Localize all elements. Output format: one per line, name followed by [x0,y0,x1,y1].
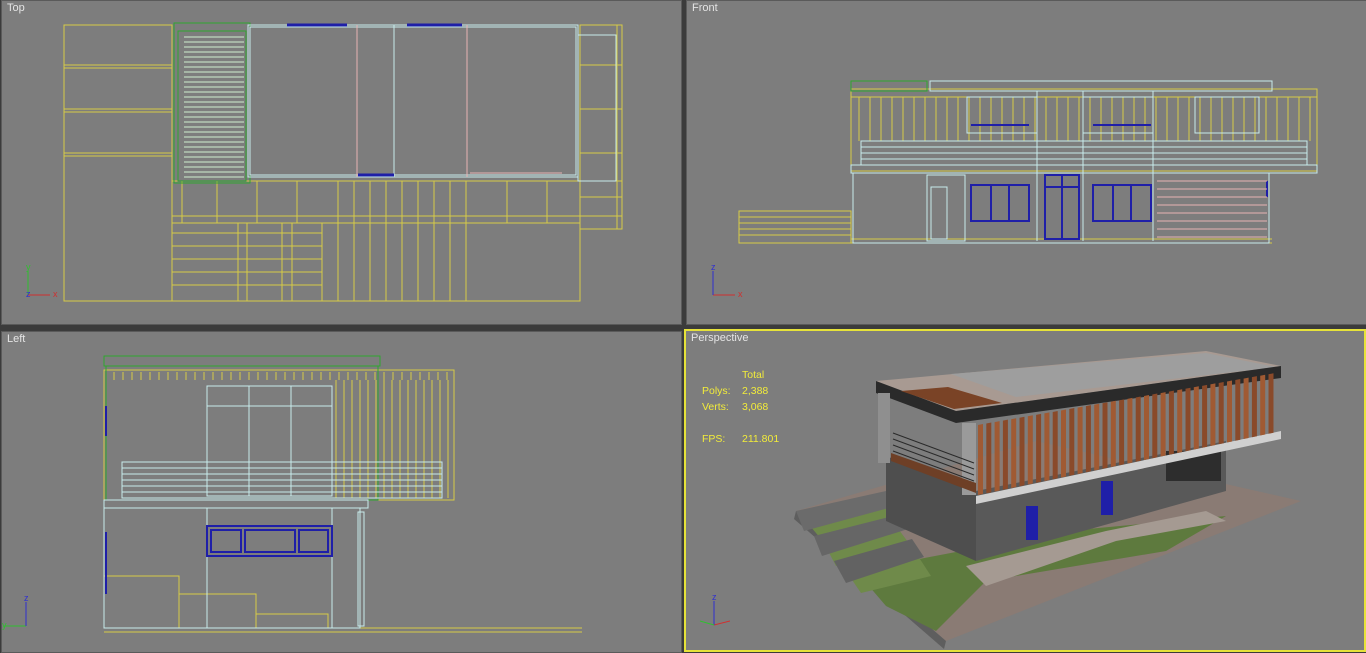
viewport-front[interactable]: Front x z [686,0,1366,325]
svg-text:y: y [26,263,31,272]
svg-text:z: z [24,594,29,603]
axis-gizmo-front: x z [711,263,743,299]
svg-text:z: z [26,289,31,299]
svg-text:x: x [53,289,58,299]
svg-text:y: y [2,620,7,630]
perspective-render [794,351,1301,649]
axis-gizmo-left: y z [2,594,29,630]
viewport-top[interactable]: Top x y z [1,0,682,325]
viewport-perspective[interactable]: Perspective Total Polys: 2,388 Verts: 3,… [684,329,1366,652]
svg-text:x: x [738,289,743,299]
axis-gizmo-perspective: x z [699,593,730,626]
axis-gizmo-top: x y z [26,263,58,299]
viewport-left[interactable]: Left y z [1,331,682,653]
svg-text:z: z [712,593,717,602]
left-wireframe [103,355,582,633]
front-wireframe [738,80,1318,244]
top-wireframe [63,22,623,302]
svg-text:z: z [711,263,716,272]
